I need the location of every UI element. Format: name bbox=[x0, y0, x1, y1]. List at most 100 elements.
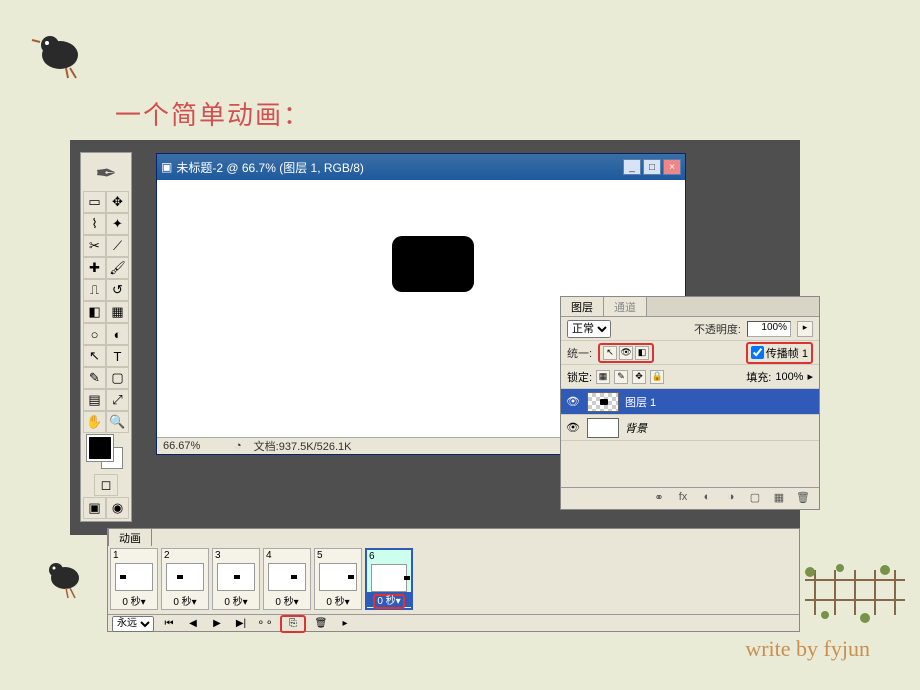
quickmask-toggle[interactable]: ◻ bbox=[94, 474, 118, 496]
delete-frame-button[interactable]: 🗑 bbox=[312, 617, 330, 631]
duplicate-frame-button[interactable]: ⎘ bbox=[284, 617, 302, 631]
lock-all-icon[interactable]: 🔒 bbox=[650, 370, 664, 384]
color-swatches[interactable] bbox=[83, 433, 129, 473]
eyedropper-tool[interactable]: ⤢ bbox=[106, 389, 129, 411]
unify-buttons-highlight: ↖ 👁 ◧ bbox=[598, 343, 654, 363]
dodge-tool[interactable]: ◐ bbox=[106, 323, 129, 345]
toolbox: ✒ ▭✥ ⌇✦ ✂⟋ ✚🖌 ⎍↺ ◧▦ ○◐ ↖T ✎▢ ▤⤢ ✋🔍 ◻ ▣◉ bbox=[80, 152, 132, 522]
path-select-tool[interactable]: ↖ bbox=[83, 345, 106, 367]
first-frame-button[interactable]: ⏮ bbox=[160, 617, 178, 631]
lock-transparency-icon[interactable]: ▦ bbox=[596, 370, 610, 384]
layer-item[interactable]: 👁 背景 bbox=[561, 415, 819, 441]
link-layers-icon[interactable]: ⚭ bbox=[651, 491, 667, 507]
signature: write by fyjun bbox=[745, 636, 870, 662]
feather-icon: ✒ bbox=[95, 158, 117, 189]
loop-select[interactable]: 永远 bbox=[112, 616, 154, 632]
propagate-label: 传播帧 1 bbox=[766, 345, 808, 361]
wand-tool[interactable]: ✦ bbox=[106, 213, 129, 235]
animation-frame[interactable]: 10 秒▾ bbox=[110, 548, 158, 610]
layer-name[interactable]: 图层 1 bbox=[625, 394, 656, 410]
animation-frame[interactable]: 30 秒▾ bbox=[212, 548, 260, 610]
decorative-bird-bottom bbox=[40, 550, 90, 600]
pen-tool[interactable]: ✎ bbox=[83, 367, 106, 389]
lock-label: 锁定: bbox=[567, 369, 592, 385]
document-title: 未标题-2 @ 66.7% (图层 1, RGB/8) bbox=[176, 159, 623, 176]
stamp-tool[interactable]: ⎍ bbox=[83, 279, 106, 301]
lock-position-icon[interactable]: ✥ bbox=[632, 370, 646, 384]
type-tool[interactable]: T bbox=[106, 345, 129, 367]
panel-menu-icon[interactable]: ▸ bbox=[336, 617, 354, 631]
visibility-icon[interactable]: 👁 bbox=[565, 395, 581, 408]
shape-tool[interactable]: ▢ bbox=[106, 367, 129, 389]
slice-tool[interactable]: ⟋ bbox=[106, 235, 129, 257]
layers-panel: 图层 通道 正常 不透明度: 100% ▸ 统一: ↖ 👁 ◧ 传播帧 1 锁定… bbox=[560, 296, 820, 510]
animation-frame[interactable]: 40 秒▾ bbox=[263, 548, 311, 610]
app-icon: ▣ bbox=[161, 160, 172, 174]
layer-style-icon[interactable]: fx bbox=[675, 491, 691, 507]
screen-mode-2[interactable]: ◉ bbox=[106, 497, 129, 519]
zoom-level[interactable]: 66.67% bbox=[163, 440, 223, 452]
unify-style-icon[interactable]: ◧ bbox=[635, 346, 649, 360]
tween-button[interactable]: ⚬⚬ bbox=[256, 617, 274, 631]
tab-animation[interactable]: 动画 bbox=[108, 528, 152, 546]
notes-tool[interactable]: ▤ bbox=[83, 389, 106, 411]
opacity-label: 不透明度: bbox=[694, 321, 741, 337]
duplicate-frame-highlight: ⎘ bbox=[280, 615, 306, 633]
layer-list: 👁 图层 1 👁 背景 bbox=[561, 389, 819, 441]
adjustment-layer-icon[interactable]: ◑ bbox=[723, 491, 739, 507]
blur-tool[interactable]: ○ bbox=[83, 323, 106, 345]
history-brush-tool[interactable]: ↺ bbox=[106, 279, 129, 301]
tab-channels[interactable]: 通道 bbox=[604, 297, 647, 316]
layer-thumbnail[interactable] bbox=[587, 392, 619, 412]
layer-item[interactable]: 👁 图层 1 bbox=[561, 389, 819, 415]
animation-frame[interactable]: 60 秒▾ bbox=[365, 548, 413, 610]
animation-panel: 动画 10 秒▾20 秒▾30 秒▾40 秒▾50 秒▾60 秒▾ 永远 ⏮ ◀… bbox=[107, 528, 800, 632]
layer-thumbnail[interactable] bbox=[587, 418, 619, 438]
animation-controls: 永远 ⏮ ◀ ▶ ▶| ⚬⚬ ⎘ 🗑 ▸ bbox=[108, 614, 799, 632]
document-titlebar[interactable]: ▣ 未标题-2 @ 66.7% (图层 1, RGB/8) _ □ × bbox=[157, 154, 685, 180]
page-title: 一个简单动画： bbox=[115, 95, 311, 132]
layers-footer: ⚭ fx ◐ ◑ ▢ ▦ 🗑 bbox=[561, 487, 819, 509]
prev-frame-button[interactable]: ◀ bbox=[184, 617, 202, 631]
play-button[interactable]: ▶ bbox=[208, 617, 226, 631]
propagate-checkbox[interactable] bbox=[751, 346, 764, 359]
lasso-tool[interactable]: ⌇ bbox=[83, 213, 106, 235]
animation-frame[interactable]: 20 秒▾ bbox=[161, 548, 209, 610]
close-button[interactable]: × bbox=[663, 159, 681, 175]
move-tool[interactable]: ✥ bbox=[106, 191, 129, 213]
delete-layer-icon[interactable]: 🗑 bbox=[795, 491, 811, 507]
gradient-tool[interactable]: ▦ bbox=[106, 301, 129, 323]
crop-tool[interactable]: ✂ bbox=[83, 235, 106, 257]
hand-tool[interactable]: ✋ bbox=[83, 411, 106, 433]
brush-tool[interactable]: 🖌 bbox=[106, 257, 129, 279]
zoom-tool[interactable]: 🔍 bbox=[106, 411, 129, 433]
foreground-color[interactable] bbox=[87, 435, 113, 461]
unify-visibility-icon[interactable]: 👁 bbox=[619, 346, 633, 360]
opacity-arrow-icon[interactable]: ▸ bbox=[797, 321, 813, 337]
animation-frame[interactable]: 50 秒▾ bbox=[314, 548, 362, 610]
eraser-tool[interactable]: ◧ bbox=[83, 301, 106, 323]
layer-name[interactable]: 背景 bbox=[625, 420, 647, 436]
tab-layers[interactable]: 图层 bbox=[561, 297, 604, 316]
unify-label: 统一: bbox=[567, 345, 592, 361]
screen-mode-1[interactable]: ▣ bbox=[83, 497, 106, 519]
maximize-button[interactable]: □ bbox=[643, 159, 661, 175]
next-frame-button[interactable]: ▶| bbox=[232, 617, 250, 631]
lock-paint-icon[interactable]: ✎ bbox=[614, 370, 628, 384]
visibility-icon[interactable]: 👁 bbox=[565, 421, 581, 434]
decorative-fence bbox=[795, 560, 915, 630]
status-icon: ◔ bbox=[235, 440, 242, 452]
opacity-value[interactable]: 100% bbox=[747, 321, 791, 337]
heal-tool[interactable]: ✚ bbox=[83, 257, 106, 279]
new-layer-icon[interactable]: ▦ bbox=[771, 491, 787, 507]
marquee-tool[interactable]: ▭ bbox=[83, 191, 106, 213]
minimize-button[interactable]: _ bbox=[623, 159, 641, 175]
unify-position-icon[interactable]: ↖ bbox=[603, 346, 617, 360]
fill-value[interactable]: 100% bbox=[775, 371, 803, 383]
frames-strip: 10 秒▾20 秒▾30 秒▾40 秒▾50 秒▾60 秒▾ bbox=[108, 546, 799, 614]
decorative-bird-top bbox=[30, 20, 90, 80]
blend-mode-select[interactable]: 正常 bbox=[567, 320, 611, 338]
fill-arrow-icon[interactable]: ▸ bbox=[807, 370, 813, 383]
layer-mask-icon[interactable]: ◐ bbox=[699, 491, 715, 507]
layer-group-icon[interactable]: ▢ bbox=[747, 491, 763, 507]
